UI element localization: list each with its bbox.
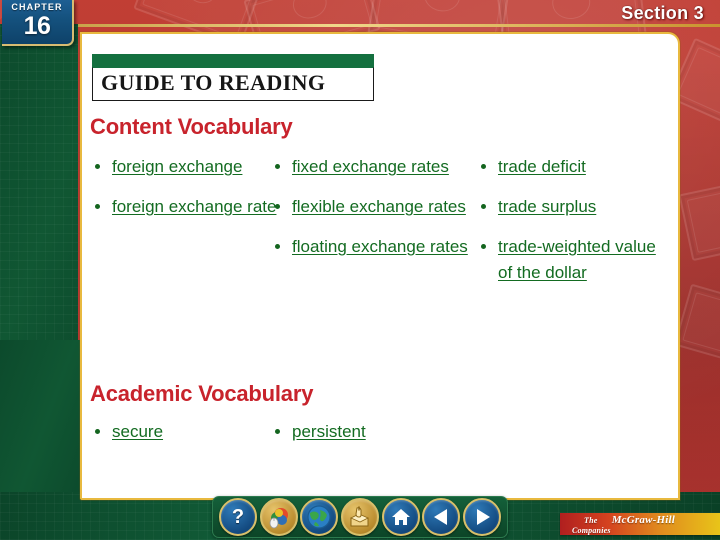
vocab-term[interactable]: trade surplus <box>498 197 596 216</box>
list-item[interactable]: persistent <box>268 419 468 445</box>
list-item[interactable]: trade-weighted value of the dollar <box>474 234 674 286</box>
next-button[interactable] <box>462 498 501 536</box>
publisher-logo: The McGraw-Hill Companies <box>560 513 720 535</box>
content-vocabulary-columns: foreign exchange foreign exchange rate f… <box>82 154 682 364</box>
guide-title-frame: GUIDE TO READING <box>92 67 374 101</box>
academic-column-2: persistent <box>268 419 468 445</box>
vocab-term[interactable]: foreign exchange rate <box>112 197 276 216</box>
list-item[interactable]: foreign exchange rate <box>88 194 278 220</box>
list-item[interactable]: trade surplus <box>474 194 674 220</box>
vocab-term[interactable]: secure <box>112 422 163 441</box>
vocab-term[interactable]: floating exchange rates <box>292 237 468 256</box>
academic-vocabulary-heading: Academic Vocabulary <box>90 381 314 406</box>
vocab-column-3: trade deficit trade surplus trade-weight… <box>474 154 674 300</box>
vocab-column-2: fixed exchange rates flexible exchange r… <box>268 154 468 274</box>
arrow-right-icon <box>476 509 490 525</box>
vocab-list: secure <box>88 419 278 445</box>
vocab-term[interactable]: foreign exchange <box>112 157 242 176</box>
list-item[interactable]: secure <box>88 419 278 445</box>
guide-title: GUIDE TO READING <box>101 70 326 95</box>
previous-button[interactable] <box>422 498 461 536</box>
arrow-left-icon <box>433 509 447 525</box>
resources-button[interactable] <box>259 498 298 536</box>
vocab-column-1: foreign exchange foreign exchange rate <box>88 154 278 234</box>
vocab-term[interactable]: trade-weighted value of the dollar <box>498 237 656 282</box>
list-item[interactable]: fixed exchange rates <box>268 154 468 180</box>
vocab-term[interactable]: fixed exchange rates <box>292 157 449 176</box>
list-item[interactable]: floating exchange rates <box>268 234 468 260</box>
content-vocabulary-heading: Content Vocabulary <box>90 114 293 139</box>
list-item[interactable]: foreign exchange <box>88 154 278 180</box>
content-panel: GUIDE TO READING Content Vocabulary fore… <box>80 32 680 500</box>
vocab-list: foreign exchange foreign exchange rate <box>88 154 278 220</box>
hand-click-button[interactable] <box>340 498 379 536</box>
vocab-list: trade deficit trade surplus trade-weight… <box>474 154 674 286</box>
slide: CHAPTER 16 Section 3 GUIDE TO READING Co… <box>0 0 720 540</box>
vocab-list: persistent <box>268 419 468 445</box>
help-button[interactable]: ? <box>219 498 257 536</box>
section-title: Section 3 <box>621 3 704 23</box>
chapter-badge: CHAPTER 16 <box>2 0 74 46</box>
vocab-list: fixed exchange rates flexible exchange r… <box>268 154 468 260</box>
hand-pointer-icon <box>350 506 369 527</box>
question-mark-icon: ? <box>231 506 245 528</box>
globe-button[interactable] <box>300 498 339 536</box>
top-gold-rule <box>78 24 720 27</box>
chapter-number: 16 <box>23 12 51 40</box>
vocab-term[interactable]: trade deficit <box>498 157 586 176</box>
resources-icon <box>269 508 288 529</box>
home-button[interactable] <box>381 498 420 536</box>
guide-to-reading-box: GUIDE TO READING <box>92 54 374 101</box>
list-item[interactable]: trade deficit <box>474 154 674 180</box>
home-icon <box>391 509 410 525</box>
academic-column-1: secure <box>88 419 278 445</box>
vocab-term[interactable]: flexible exchange rates <box>292 197 466 216</box>
list-item[interactable]: flexible exchange rates <box>268 194 468 220</box>
guide-green-bar <box>92 54 374 67</box>
globe-icon <box>307 505 331 529</box>
publisher-name: The McGraw-Hill Companies <box>572 513 675 535</box>
banknote-motif <box>678 166 720 262</box>
navigation-toolbar: ? <box>212 496 508 538</box>
vocab-term[interactable]: persistent <box>292 422 366 441</box>
